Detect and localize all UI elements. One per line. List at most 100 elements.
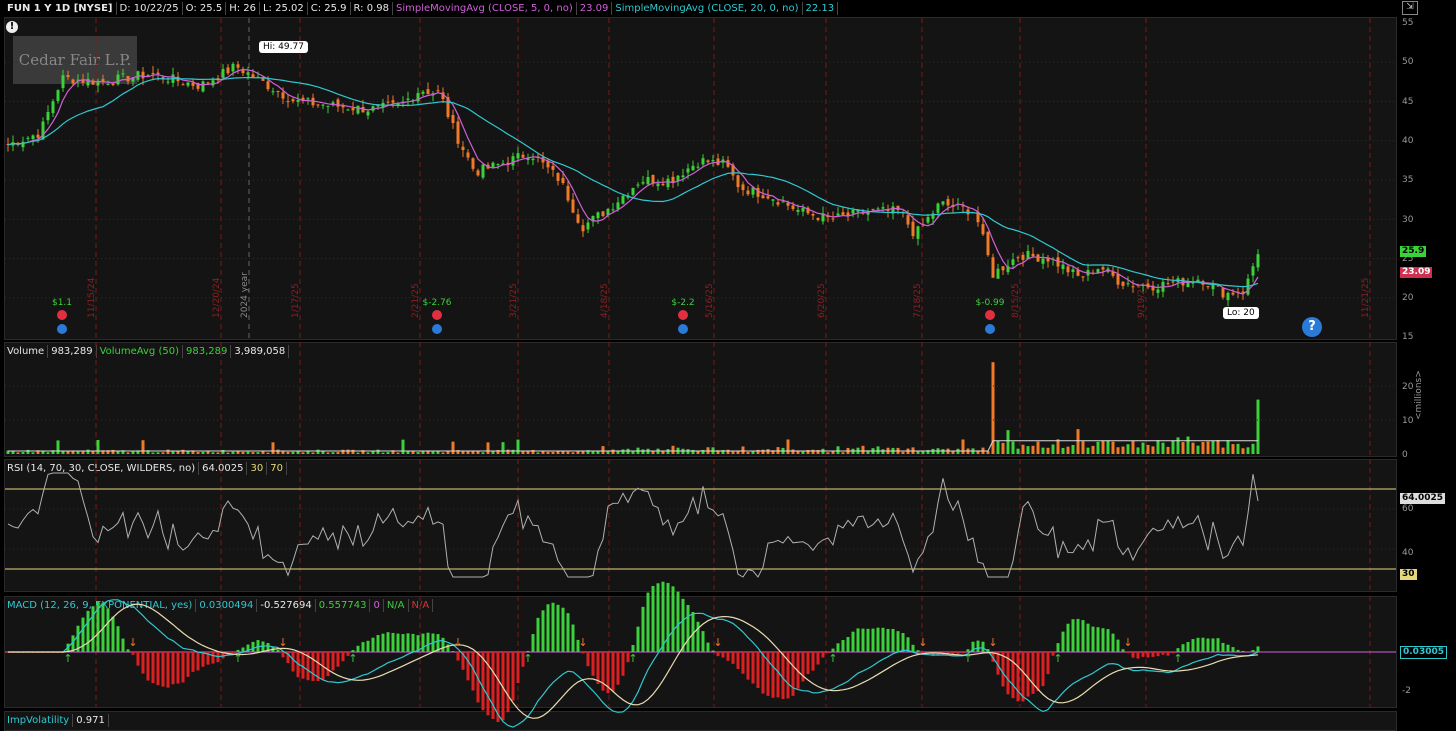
macd-histogram-bar bbox=[617, 652, 620, 685]
candle-body bbox=[1002, 266, 1005, 270]
macd-histogram-bar bbox=[252, 642, 255, 652]
macd-histogram-bar bbox=[747, 652, 750, 680]
candle-body bbox=[367, 111, 370, 115]
candle-body bbox=[1222, 288, 1225, 297]
macd-histogram-bar bbox=[142, 652, 145, 674]
macd-histogram-bar bbox=[742, 652, 745, 674]
macd-histogram-bar bbox=[812, 652, 815, 671]
buy-arrow: ↑ bbox=[628, 652, 637, 665]
candle-body bbox=[112, 84, 115, 85]
candle-body bbox=[532, 159, 535, 160]
macd-histogram-bar bbox=[1187, 642, 1190, 652]
volume-bar bbox=[547, 452, 550, 454]
volume-bar bbox=[832, 451, 835, 454]
macd-histogram-bar bbox=[1087, 624, 1090, 652]
macd-histogram-bar bbox=[1142, 652, 1145, 657]
macd-histogram-bar bbox=[542, 610, 545, 652]
volume-bar bbox=[1147, 445, 1150, 454]
buy-arrow: ↑ bbox=[1053, 652, 1062, 665]
macd-histogram-bar bbox=[147, 652, 150, 681]
volume-bar bbox=[1037, 442, 1040, 454]
volume-bar bbox=[1157, 440, 1160, 454]
volume-bar bbox=[512, 450, 515, 454]
macd-histogram-bar bbox=[662, 582, 665, 652]
macd-histogram-bar bbox=[702, 631, 705, 652]
volume-bar bbox=[142, 440, 145, 454]
volume-bar bbox=[97, 440, 100, 454]
volume-bar bbox=[302, 452, 305, 454]
volume-bar bbox=[862, 446, 865, 454]
volume-bar bbox=[1212, 440, 1215, 454]
volume-bar bbox=[1222, 448, 1225, 454]
macd-histogram-bar bbox=[652, 586, 655, 652]
candle-body bbox=[357, 106, 360, 114]
macd-histogram-bar bbox=[292, 652, 295, 671]
macd-histogram-bar bbox=[722, 652, 725, 658]
candle-body bbox=[32, 135, 35, 139]
buy-arrow: ↑ bbox=[1173, 652, 1182, 665]
chart-canvas[interactable]: 11/15/2412/20/241/17/252/21/253/21/254/1… bbox=[0, 0, 1456, 728]
earnings-icon bbox=[678, 310, 688, 320]
lo-callout: Lo: 20 bbox=[1223, 307, 1259, 319]
macd-histogram-bar bbox=[1182, 644, 1185, 652]
volume-bar bbox=[347, 450, 350, 454]
year-label: 2024 year bbox=[240, 272, 250, 318]
candle-body bbox=[1132, 286, 1135, 287]
macd-histogram-bar bbox=[1107, 629, 1110, 652]
candle-body bbox=[322, 105, 325, 106]
macd-histogram-bar bbox=[547, 604, 550, 652]
candle-body bbox=[252, 74, 255, 77]
macd-histogram-bar bbox=[517, 652, 520, 683]
sell-arrow: ↓ bbox=[988, 636, 997, 649]
sell-arrow: ↓ bbox=[1123, 636, 1132, 649]
volume-bar bbox=[1042, 448, 1045, 454]
sell-arrow: ↓ bbox=[918, 636, 927, 649]
candle-body bbox=[917, 226, 920, 239]
macd-histogram-bar bbox=[412, 634, 415, 652]
dividend-label: $1.1 bbox=[52, 298, 72, 308]
candle-body bbox=[117, 75, 120, 85]
volume-bar bbox=[1152, 446, 1155, 454]
volume-bar bbox=[522, 451, 525, 454]
candle-body bbox=[782, 201, 785, 202]
macd-histogram-bar bbox=[632, 645, 635, 652]
candle-body bbox=[772, 199, 775, 200]
macd-histogram-bar bbox=[1222, 643, 1225, 652]
volume-bar bbox=[117, 451, 120, 454]
candle-body bbox=[667, 179, 670, 187]
candle-body bbox=[982, 224, 985, 234]
candle-body bbox=[587, 223, 590, 230]
volume-bar bbox=[1202, 442, 1205, 454]
volume-bar bbox=[542, 451, 545, 454]
candle-body bbox=[157, 73, 160, 75]
sell-arrow: ↓ bbox=[128, 636, 137, 649]
macd-histogram-bar bbox=[612, 652, 615, 691]
candle-body bbox=[907, 215, 910, 224]
volume-bar bbox=[502, 442, 505, 454]
buy-arrow: ↑ bbox=[348, 652, 357, 665]
candle-body bbox=[582, 225, 585, 231]
candle-body bbox=[937, 204, 940, 213]
macd-histogram-bar bbox=[1127, 652, 1130, 653]
candle-body bbox=[167, 82, 170, 83]
help-icon[interactable]: ? bbox=[1302, 317, 1322, 337]
event-icon bbox=[57, 324, 67, 334]
macd-histogram-bar bbox=[822, 652, 825, 658]
macd-histogram-bar bbox=[672, 586, 675, 652]
date-label: 11/21/25 bbox=[1361, 278, 1371, 318]
candle-body bbox=[872, 209, 875, 210]
macd-histogram-bar bbox=[182, 652, 185, 682]
candle-body bbox=[462, 147, 465, 150]
candle-body bbox=[517, 153, 520, 158]
candle-body bbox=[1082, 276, 1085, 277]
volume-bar bbox=[157, 452, 160, 454]
candle-body bbox=[277, 91, 280, 92]
volume-avg-line bbox=[8, 441, 1258, 451]
macd-histogram-bar bbox=[1077, 619, 1080, 652]
macd-histogram-bar bbox=[717, 652, 720, 656]
macd-histogram-bar bbox=[397, 634, 400, 652]
macd-histogram-bar bbox=[107, 608, 110, 652]
candle-body bbox=[562, 178, 565, 183]
candle-body bbox=[662, 184, 665, 185]
volume-bar bbox=[622, 449, 625, 454]
